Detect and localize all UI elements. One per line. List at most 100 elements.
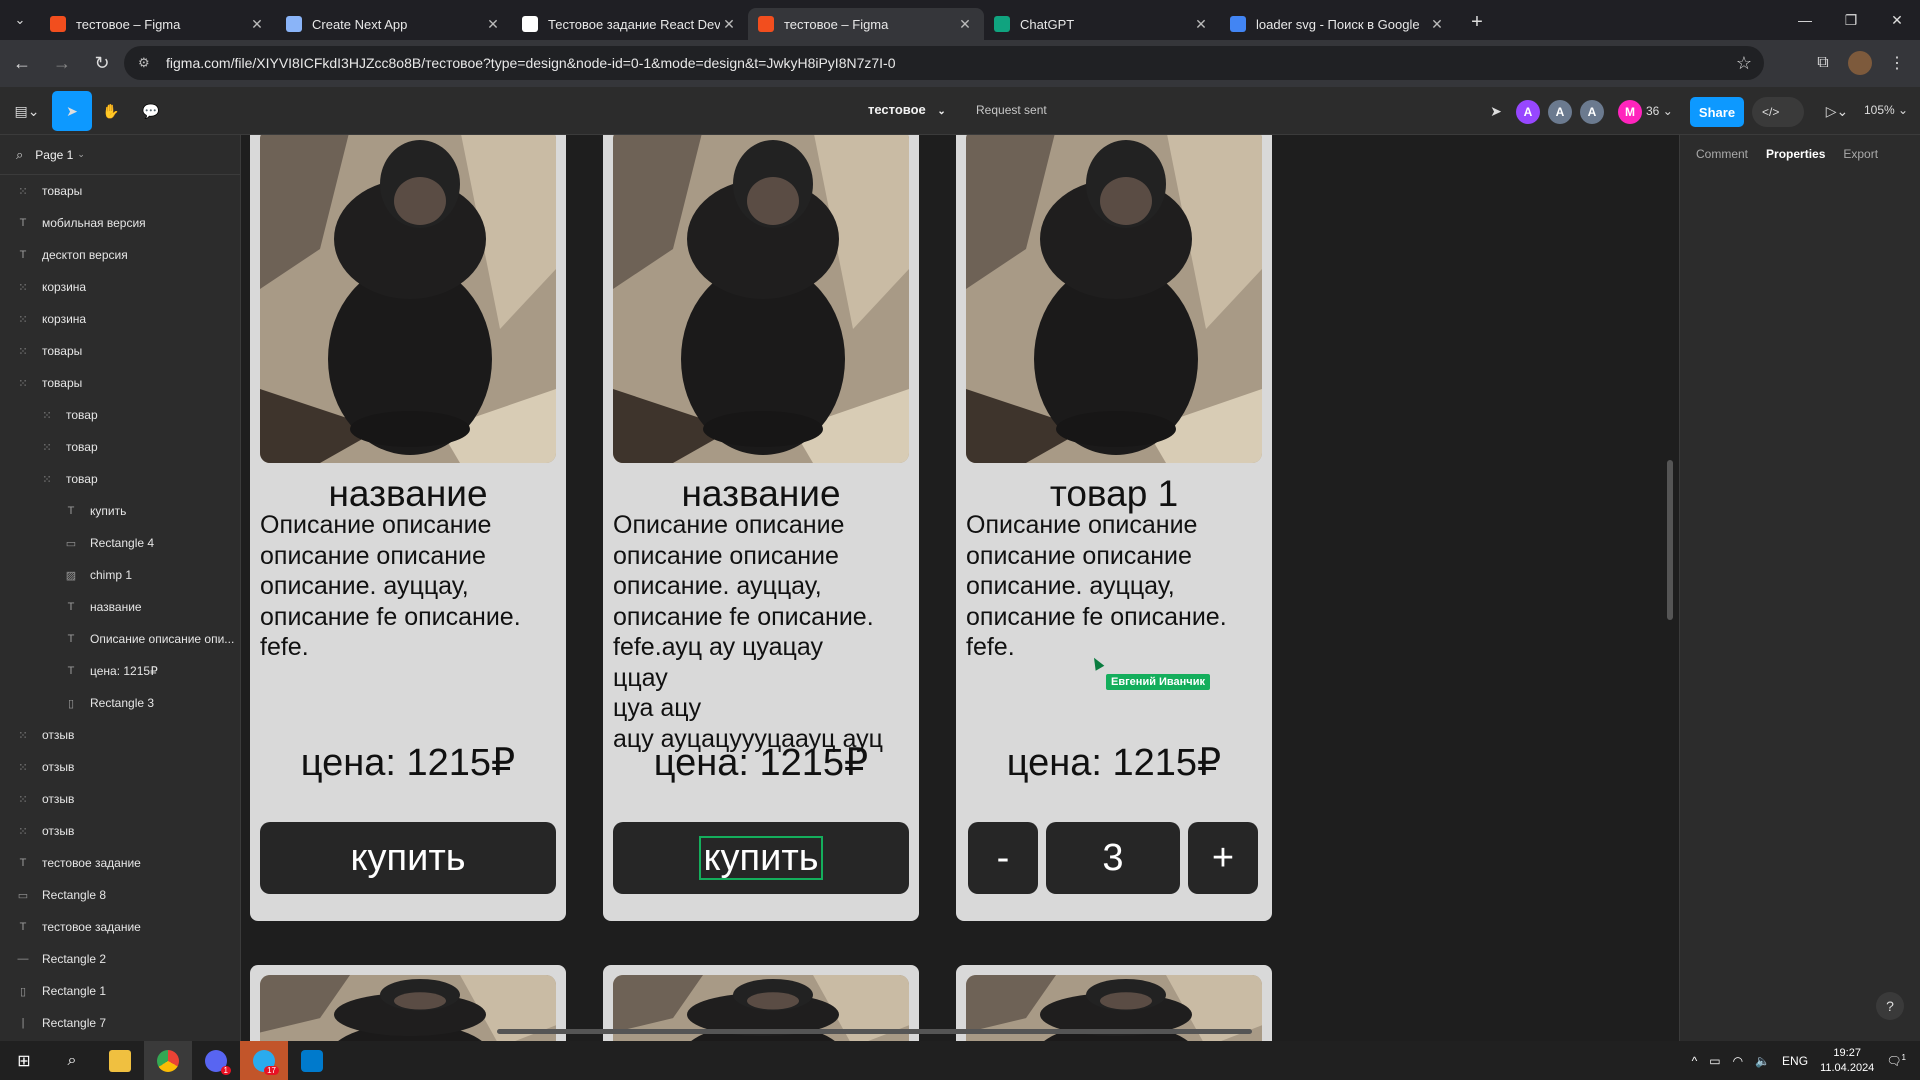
page-selector[interactable]: ⌕ Page 1 ⌄ <box>0 135 240 175</box>
discord-icon[interactable]: 1 <box>192 1041 240 1080</box>
increase-quantity-button[interactable]: + <box>1188 822 1258 894</box>
language-indicator[interactable]: ENG <box>1782 1054 1808 1068</box>
dev-mode-toggle[interactable]: </> <box>1752 97 1804 127</box>
layer-row[interactable]: Tмобильная версия <box>0 207 240 239</box>
browser-tab[interactable]: тестовое – Figma ✕ <box>748 8 984 40</box>
taskbar-search-icon[interactable]: ⌕ <box>48 1041 96 1080</box>
browser-menu-icon[interactable]: ⋮ <box>1882 48 1912 78</box>
tab-search-chevron-icon[interactable]: ⌄ <box>0 0 40 40</box>
buy-button[interactable]: купить <box>260 822 556 894</box>
clock[interactable]: 19:27 11.04.2024 <box>1820 1046 1874 1076</box>
horizontal-scrollbar[interactable] <box>497 1029 1252 1034</box>
layer-row[interactable]: ⁙ товары <box>0 335 240 367</box>
layer-row[interactable]: ⁙ корзина <box>0 303 240 335</box>
layer-row[interactable]: Tтестовое задание <box>0 847 240 879</box>
site-info-icon[interactable]: ⚙ <box>138 55 154 71</box>
layer-row[interactable]: ⁙ корзина <box>0 271 240 303</box>
wifi-icon[interactable]: ◠ <box>1733 1054 1743 1068</box>
comment-tool-icon[interactable]: 💬 <box>136 95 166 127</box>
close-tab-icon[interactable]: ✕ <box>1428 16 1446 33</box>
close-tab-icon[interactable]: ✕ <box>484 16 502 33</box>
layer-row[interactable]: ⁙ товар <box>0 431 240 463</box>
collaborator-avatar[interactable]: A <box>1516 100 1540 124</box>
profile-avatar[interactable] <box>1848 51 1872 75</box>
product-card[interactable]: название Описание описание описание описа… <box>603 135 919 921</box>
layer-row[interactable]: ⁙ отзыв <box>0 751 240 783</box>
search-icon[interactable]: ⌕ <box>16 147 23 163</box>
layer-row[interactable]: | Rectangle 7 <box>0 1007 240 1039</box>
layer-row[interactable]: ▭ Rectangle 8 <box>0 879 240 911</box>
layer-row[interactable]: Tназвание <box>0 591 240 623</box>
product-card[interactable]: название Описание описание описание описа… <box>250 135 566 921</box>
product-card[interactable]: товар 1 Описание описание описание описан… <box>956 135 1272 921</box>
panel-tab-export[interactable]: Export <box>1843 147 1878 161</box>
panel-tab-comment[interactable]: Comment <box>1696 147 1748 161</box>
browser-tab[interactable]: Create Next App ✕ <box>276 8 512 40</box>
vertical-scrollbar[interactable] <box>1667 460 1673 620</box>
minimize-icon[interactable]: — <box>1782 0 1828 40</box>
restore-icon[interactable]: ❐ <box>1828 0 1874 40</box>
vscode-icon[interactable] <box>288 1041 336 1080</box>
layer-row[interactable]: ▭ Rectangle 4 <box>0 527 240 559</box>
layer-row[interactable]: ⁙ товары <box>0 175 240 207</box>
collaborator-count[interactable]: 36 ⌄ <box>1646 104 1673 118</box>
volume-icon[interactable]: 🔈 <box>1755 1054 1770 1068</box>
close-tab-icon[interactable]: ✕ <box>248 16 266 33</box>
windows-start-icon[interactable]: ⊞ <box>0 1041 48 1080</box>
layer-row[interactable]: — Rectangle 2 <box>0 943 240 975</box>
layer-row[interactable]: ⁙ товар <box>0 463 240 495</box>
panel-tab-properties[interactable]: Properties <box>1766 147 1825 161</box>
move-tool-icon[interactable]: ➤ <box>52 91 92 131</box>
reload-icon[interactable]: ↻ <box>84 46 120 82</box>
notifications-icon[interactable]: 🗨1 <box>1886 1053 1906 1068</box>
share-button[interactable]: Share <box>1690 97 1744 127</box>
cursor-follow-icon[interactable]: ➤ <box>1486 95 1506 127</box>
url-field[interactable]: ⚙ figma.com/file/XIYVI8ICFkdI3HJZcc8o8B/… <box>124 46 1764 80</box>
figma-main-menu-icon[interactable]: ▤⌄ <box>12 95 42 127</box>
new-tab-plus-icon[interactable]: + <box>1462 11 1492 34</box>
collaborator-avatar[interactable]: M <box>1618 100 1642 124</box>
layer-row[interactable]: ⁙ отзыв <box>0 815 240 847</box>
forward-arrow-icon[interactable]: → <box>44 46 80 82</box>
back-arrow-icon[interactable]: ← <box>4 46 40 82</box>
layer-row[interactable]: ⁙ отзыв <box>0 783 240 815</box>
zoom-level[interactable]: 105% ⌄ <box>1864 103 1908 117</box>
layer-row[interactable]: Tкупить <box>0 495 240 527</box>
design-canvas[interactable]: название Описание описание описание описа… <box>241 135 1679 1041</box>
page-chevron-icon[interactable]: ⌄ <box>77 149 85 160</box>
browser-tab[interactable]: ChatGPT ✕ <box>984 8 1220 40</box>
present-play-icon[interactable]: ▷⌄ <box>1822 95 1852 127</box>
file-explorer-icon[interactable] <box>96 1041 144 1080</box>
close-tab-icon[interactable]: ✕ <box>720 16 738 33</box>
layer-row[interactable]: ⁙ товары <box>0 367 240 399</box>
bookmark-star-icon[interactable]: ☆ <box>1736 53 1752 74</box>
browser-tab[interactable]: тестовое – Figma ✕ <box>40 8 276 40</box>
layer-row[interactable]: T Описание описание опи... <box>0 623 240 655</box>
collaborator-avatar[interactable]: A <box>1580 100 1604 124</box>
file-menu-chevron-icon[interactable]: ⌄ <box>937 106 945 117</box>
close-tab-icon[interactable]: ✕ <box>1192 16 1210 33</box>
telegram-icon[interactable]: 17 <box>240 1041 288 1080</box>
layer-row[interactable]: ▯ Rectangle 3 <box>0 687 240 719</box>
tray-chevron-icon[interactable]: ^ <box>1692 1054 1698 1068</box>
layer-row[interactable]: ⁙ отзыв <box>0 719 240 751</box>
battery-icon[interactable]: ▭ <box>1709 1054 1720 1068</box>
layer-row[interactable]: Tтестовое задание <box>0 911 240 943</box>
collaborator-avatar[interactable]: A <box>1548 100 1572 124</box>
layer-row[interactable]: ⁙ товар <box>0 399 240 431</box>
chrome-icon[interactable] <box>144 1041 192 1080</box>
hand-tool-icon[interactable]: ✋ <box>96 95 126 127</box>
help-icon[interactable]: ? <box>1876 992 1904 1020</box>
close-tab-icon[interactable]: ✕ <box>956 16 974 33</box>
layer-row[interactable]: Tдесктоп версия <box>0 239 240 271</box>
decrease-quantity-button[interactable]: - <box>968 822 1038 894</box>
browser-tab[interactable]: Тестовое задание React Developer✕ <box>512 8 748 40</box>
extensions-puzzle-icon[interactable]: ⧉ <box>1808 48 1838 78</box>
layer-row[interactable]: ▨ chimp 1 <box>0 559 240 591</box>
browser-tab[interactable]: loader svg - Поиск в Google ✕ <box>1220 8 1456 40</box>
close-window-icon[interactable]: ✕ <box>1874 0 1920 40</box>
layer-row[interactable]: Tцена: 1215₽ <box>0 655 240 687</box>
file-name[interactable]: тестовое ⌄ <box>868 102 946 117</box>
layer-row[interactable]: ▯ Rectangle 1 <box>0 975 240 1007</box>
buy-button[interactable]: купить <box>613 822 909 894</box>
